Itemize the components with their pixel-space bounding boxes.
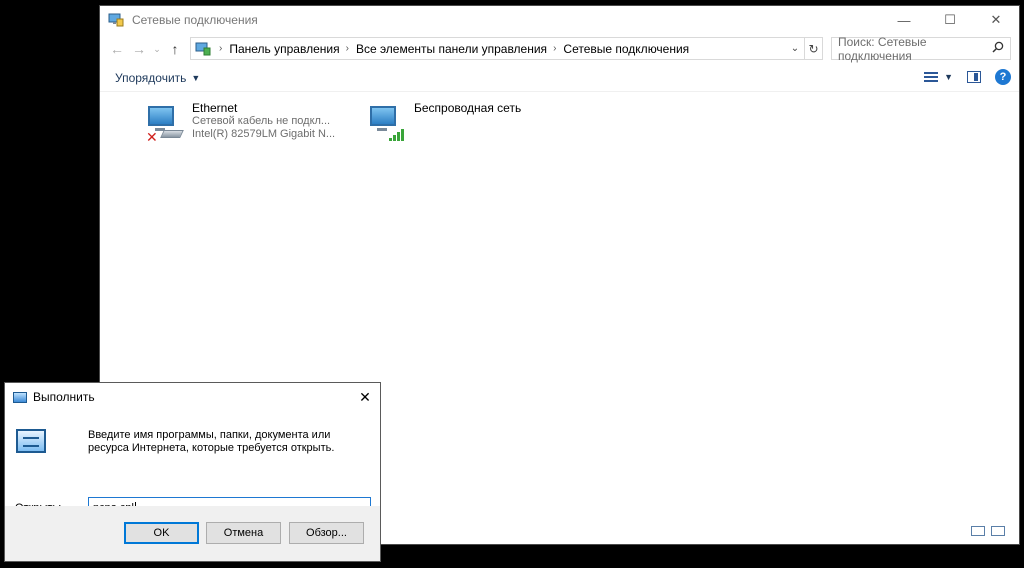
title-bar[interactable]: Сетевые подключения — ☐ ✕ <box>100 6 1019 34</box>
search-icon <box>992 41 1004 56</box>
signal-bars-icon <box>389 129 405 141</box>
minimize-button[interactable]: — <box>881 6 927 34</box>
view-options-icon <box>924 71 939 83</box>
address-bar[interactable]: › Панель управления › Все элементы панел… <box>190 37 805 60</box>
run-title: Выполнить <box>33 390 95 404</box>
recent-locations-button[interactable]: ⌄ <box>150 38 164 60</box>
chevron-right-icon[interactable]: › <box>553 43 556 54</box>
breadcrumb-network-connections[interactable]: Сетевые подключения <box>563 42 689 56</box>
caret-down-icon: ▼ <box>944 72 953 82</box>
command-bar: Упорядочить ▼ ▼ ? <box>100 64 1019 92</box>
details-view-icon[interactable] <box>971 526 985 536</box>
run-program-icon <box>16 429 46 453</box>
close-button[interactable]: ✕ <box>973 6 1019 34</box>
window-title: Сетевые подключения <box>132 13 258 27</box>
up-button[interactable]: ↑ <box>164 38 186 60</box>
maximize-button[interactable]: ☐ <box>927 6 973 34</box>
list-item-ethernet[interactable]: ✕ Ethernet Сетевой кабель не подкл... In… <box>144 101 336 146</box>
change-view-button[interactable]: ▼ <box>924 71 953 83</box>
run-icon <box>13 391 27 403</box>
back-button[interactable]: ← <box>106 38 128 60</box>
address-row: ← → ⌄ ↑ › Панель управления › Все элемен… <box>100 34 1019 64</box>
large-icons-view-icon[interactable] <box>991 526 1005 536</box>
run-button-bar: OK Отмена Обзор... <box>5 506 380 561</box>
ok-button[interactable]: OK <box>124 522 199 544</box>
disconnected-x-icon: ✕ <box>146 129 158 145</box>
help-icon[interactable]: ? <box>995 69 1011 85</box>
browse-button[interactable]: Обзор... <box>289 522 364 544</box>
refresh-button[interactable]: ↻ <box>805 37 823 60</box>
forward-button[interactable]: → <box>128 38 150 60</box>
breadcrumb-control-panel[interactable]: Панель управления <box>229 42 339 56</box>
run-title-bar[interactable]: Выполнить ✕ <box>5 383 380 411</box>
connection-name: Беспроводная сеть <box>414 101 522 115</box>
preview-pane-icon[interactable] <box>967 71 981 83</box>
control-panel-icon <box>195 42 211 56</box>
search-placeholder: Поиск: Сетевые подключения <box>838 34 927 63</box>
ethernet-adapter-icon: ✕ <box>144 102 184 145</box>
list-item-wireless[interactable]: Беспроводная сеть <box>366 102 521 142</box>
connection-name: Ethernet <box>192 101 238 115</box>
caret-down-icon: ▼ <box>191 72 201 83</box>
organize-button[interactable]: Упорядочить ▼ <box>115 71 200 85</box>
breadcrumb-all-items[interactable]: Все элементы панели управления <box>356 42 547 56</box>
cancel-button[interactable]: Отмена <box>206 522 281 544</box>
chevron-right-icon[interactable]: › <box>346 43 349 54</box>
connection-device: Intel(R) 82579LM Gigabit N... <box>192 128 336 140</box>
run-description: Введите имя программы, папки, документа … <box>88 429 335 454</box>
wireless-adapter-icon <box>366 102 406 142</box>
run-dialog: Выполнить ✕ Введите имя программы, папки… <box>4 382 381 562</box>
connection-status: Сетевой кабель не подкл... <box>192 115 331 127</box>
network-connections-icon <box>108 13 124 27</box>
chevron-down-icon[interactable]: ⌄ <box>786 38 804 59</box>
chevron-right-icon: › <box>219 43 223 54</box>
search-input[interactable]: Поиск: Сетевые подключения <box>831 34 1011 63</box>
run-close-button[interactable]: ✕ <box>350 389 380 406</box>
organize-label: Упорядочить <box>115 70 187 85</box>
